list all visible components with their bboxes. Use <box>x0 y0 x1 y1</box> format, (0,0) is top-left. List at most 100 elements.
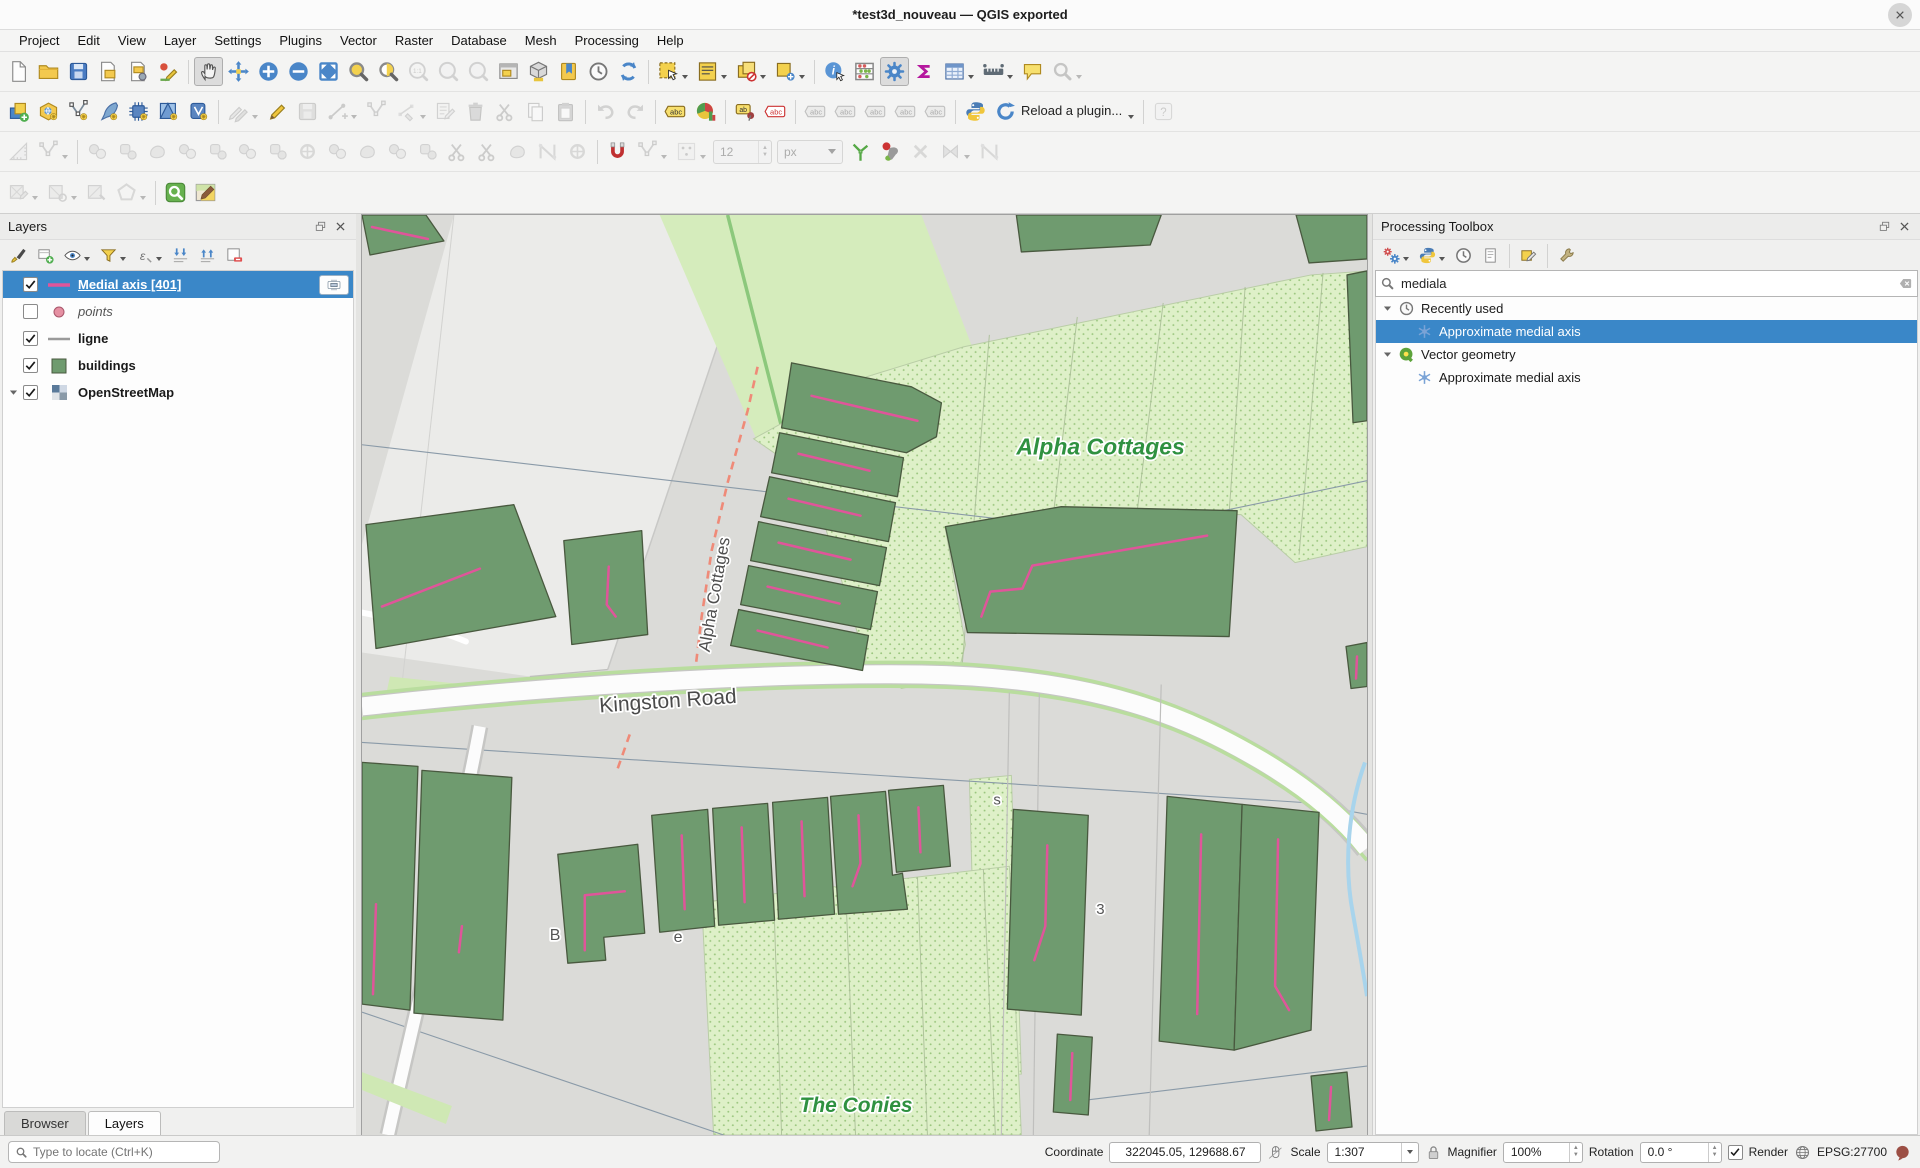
zoom-full[interactable] <box>314 57 343 86</box>
processing-panel-float-button[interactable] <box>1876 219 1892 235</box>
menu-vector[interactable]: Vector <box>331 31 386 50</box>
scripts[interactable] <box>1415 243 1449 268</box>
layer-labeling[interactable] <box>661 97 690 126</box>
layer-diagram[interactable] <box>691 97 720 126</box>
new-print-layout[interactable] <box>94 57 123 86</box>
new-gpx-layer[interactable] <box>184 97 213 126</box>
expand-all[interactable] <box>168 243 193 268</box>
new-project[interactable] <box>4 57 33 86</box>
menu-help[interactable]: Help <box>648 31 693 50</box>
map-tips[interactable] <box>1018 57 1047 86</box>
layer-item-openstreetmap[interactable]: OpenStreetMap <box>3 379 353 406</box>
layer-item-medial-axis[interactable]: Medial axis [401] <box>3 271 353 298</box>
new-shapefile-layer[interactable] <box>64 97 93 126</box>
collapse-all[interactable] <box>195 243 220 268</box>
menu-settings[interactable]: Settings <box>205 31 270 50</box>
select-by-expression[interactable] <box>771 57 809 86</box>
group-expander[interactable] <box>1376 302 1398 315</box>
filter-legend[interactable] <box>96 243 130 268</box>
statistical-summary[interactable] <box>850 57 879 86</box>
new-3d-map-view[interactable] <box>524 57 553 86</box>
group-expander[interactable] <box>1376 348 1398 361</box>
remove-layer[interactable] <box>222 243 247 268</box>
processing-toolbox-toggle[interactable] <box>880 57 909 86</box>
enable-tracing[interactable] <box>846 137 875 166</box>
open-attribute-table[interactable] <box>940 57 978 86</box>
layer-visibility-checkbox[interactable] <box>23 331 38 346</box>
locate-input[interactable] <box>33 1145 213 1159</box>
add-group[interactable] <box>33 243 58 268</box>
extents-toggle-icon[interactable] <box>1267 1144 1284 1161</box>
filter-by-expression[interactable] <box>132 243 166 268</box>
avoid-overlap-digitizing[interactable] <box>876 137 905 166</box>
layers-panel-close-button[interactable] <box>332 219 348 235</box>
new-geopackage-layer[interactable] <box>34 97 63 126</box>
zoom-out[interactable] <box>284 57 313 86</box>
new-virtual-layer[interactable] <box>124 97 153 126</box>
processing-panel-close-button[interactable] <box>1896 219 1912 235</box>
identify-features[interactable] <box>820 57 849 86</box>
reload-plugin[interactable]: Reload a plugin... <box>991 97 1138 126</box>
refresh-map[interactable] <box>614 57 643 86</box>
show-layout-manager[interactable] <box>124 57 153 86</box>
render-checkbox[interactable] <box>1728 1145 1743 1160</box>
pin-labels[interactable] <box>731 97 760 126</box>
dock-tab-browser[interactable]: Browser <box>4 1111 86 1135</box>
processing-group-recently-used[interactable]: Recently used <box>1376 297 1917 320</box>
edit-features-in-place[interactable] <box>1516 243 1541 268</box>
history[interactable] <box>1451 243 1476 268</box>
show-statistics[interactable] <box>910 57 939 86</box>
memory-layer-indicator[interactable] <box>319 275 349 295</box>
manage-map-themes[interactable] <box>60 243 94 268</box>
measure-line[interactable] <box>979 57 1017 86</box>
processing-algorithm-approx-medial-vg[interactable]: Approximate medial axis <box>1376 366 1917 389</box>
menu-edit[interactable]: Edit <box>68 31 108 50</box>
layer-item-ligne[interactable]: ligne <box>3 325 353 352</box>
osm-edit[interactable] <box>191 178 220 207</box>
spatial-bookmarks[interactable] <box>554 57 583 86</box>
pan-to-selection[interactable] <box>224 57 253 86</box>
layer-visibility-checkbox[interactable] <box>23 385 38 400</box>
layer-visibility-checkbox[interactable] <box>23 304 38 319</box>
zoom-to-layer[interactable] <box>374 57 403 86</box>
menu-mesh[interactable]: Mesh <box>516 31 566 50</box>
layer-visibility-checkbox[interactable] <box>23 277 38 292</box>
messages-icon[interactable] <box>1893 1143 1912 1162</box>
python-console[interactable] <box>961 97 990 126</box>
deselect-features[interactable] <box>732 57 770 86</box>
open-layer-styling[interactable] <box>6 243 31 268</box>
select-by-value[interactable] <box>693 57 731 86</box>
menu-layer[interactable]: Layer <box>155 31 206 50</box>
options[interactable] <box>1554 243 1579 268</box>
enable-snapping[interactable] <box>603 137 632 166</box>
layer-item-buildings[interactable]: buildings <box>3 352 353 379</box>
coordinate-input[interactable]: 322045.05, 129688.67 <box>1109 1142 1261 1163</box>
map-canvas[interactable]: Alpha Cottages The Conies Kingston Road … <box>361 214 1368 1135</box>
zoom-to-selection[interactable] <box>344 57 373 86</box>
menu-view[interactable]: View <box>109 31 155 50</box>
dock-tab-layers[interactable]: Layers <box>88 1111 161 1135</box>
menu-project[interactable]: Project <box>10 31 68 50</box>
layer-visibility-checkbox[interactable] <box>23 358 38 373</box>
select-features[interactable] <box>654 57 692 86</box>
highlight-pinned-labels[interactable] <box>761 97 790 126</box>
style-manager[interactable] <box>154 57 183 86</box>
results-viewer[interactable] <box>1478 243 1503 268</box>
menu-raster[interactable]: Raster <box>386 31 442 50</box>
open-project[interactable] <box>34 57 63 86</box>
processing-algorithm-approx-medial-recent[interactable]: Approximate medial axis <box>1376 320 1917 343</box>
lock-scale-icon[interactable] <box>1425 1144 1442 1161</box>
menu-plugins[interactable]: Plugins <box>270 31 331 50</box>
data-source-manager[interactable] <box>4 97 33 126</box>
new-map-view[interactable] <box>494 57 523 86</box>
new-geojson-layer[interactable] <box>94 97 123 126</box>
toggle-editing[interactable] <box>263 97 292 126</box>
osm-place-search[interactable] <box>161 178 190 207</box>
processing-group-vector-geometry[interactable]: Vector geometry <box>1376 343 1917 366</box>
crs-globe-icon[interactable] <box>1794 1144 1811 1161</box>
layer-expander[interactable] <box>3 386 23 399</box>
processing-search-input[interactable] <box>1395 276 1898 291</box>
zoom-in[interactable] <box>254 57 283 86</box>
layer-item-points[interactable]: points <box>3 298 353 325</box>
locate-search[interactable] <box>8 1141 220 1163</box>
